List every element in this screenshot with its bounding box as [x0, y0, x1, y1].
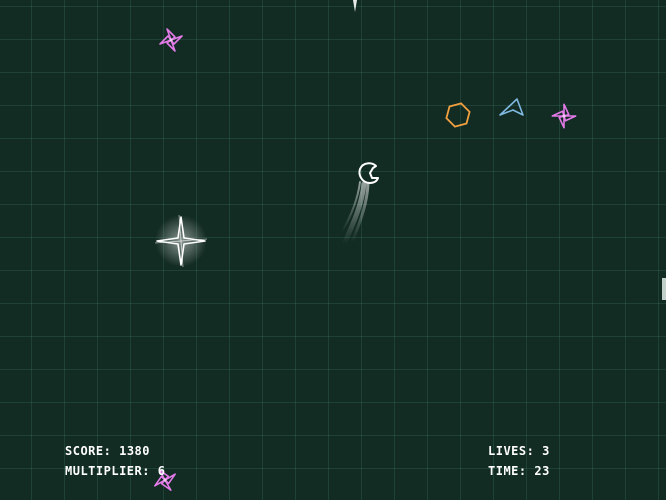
pinwheel-enemy	[551, 103, 577, 129]
multiplier-label: MULTIPLIER:	[65, 464, 150, 478]
time-display: TIME: 23	[488, 464, 550, 484]
player-ship	[341, 162, 379, 247]
game-playfield[interactable]: SCORE: 1380 MULTIPLIER: 6 LIVES: 3 TIME:…	[0, 0, 666, 500]
lives-display: LIVES: 3	[488, 444, 550, 464]
projectile	[353, 0, 357, 12]
offscreen-enemy	[662, 278, 666, 300]
score-value: 1380	[119, 444, 150, 458]
dart-enemy	[499, 98, 524, 116]
multiplier-display: MULTIPLIER: 6	[65, 464, 165, 484]
lives-label: LIVES:	[488, 444, 535, 458]
score-label: SCORE:	[65, 444, 112, 458]
hud-left: SCORE: 1380 MULTIPLIER: 6	[65, 444, 165, 484]
hud-right: LIVES: 3 TIME: 23	[488, 444, 550, 484]
multiplier-value: 6	[157, 464, 166, 478]
lives-value: 3	[542, 444, 550, 458]
pinwheel-enemy	[159, 28, 183, 52]
hexagon-enemy	[445, 102, 471, 128]
time-label: TIME:	[488, 464, 527, 478]
star-burst	[154, 214, 208, 268]
time-value: 23	[534, 464, 550, 478]
score-display: SCORE: 1380	[65, 444, 165, 464]
